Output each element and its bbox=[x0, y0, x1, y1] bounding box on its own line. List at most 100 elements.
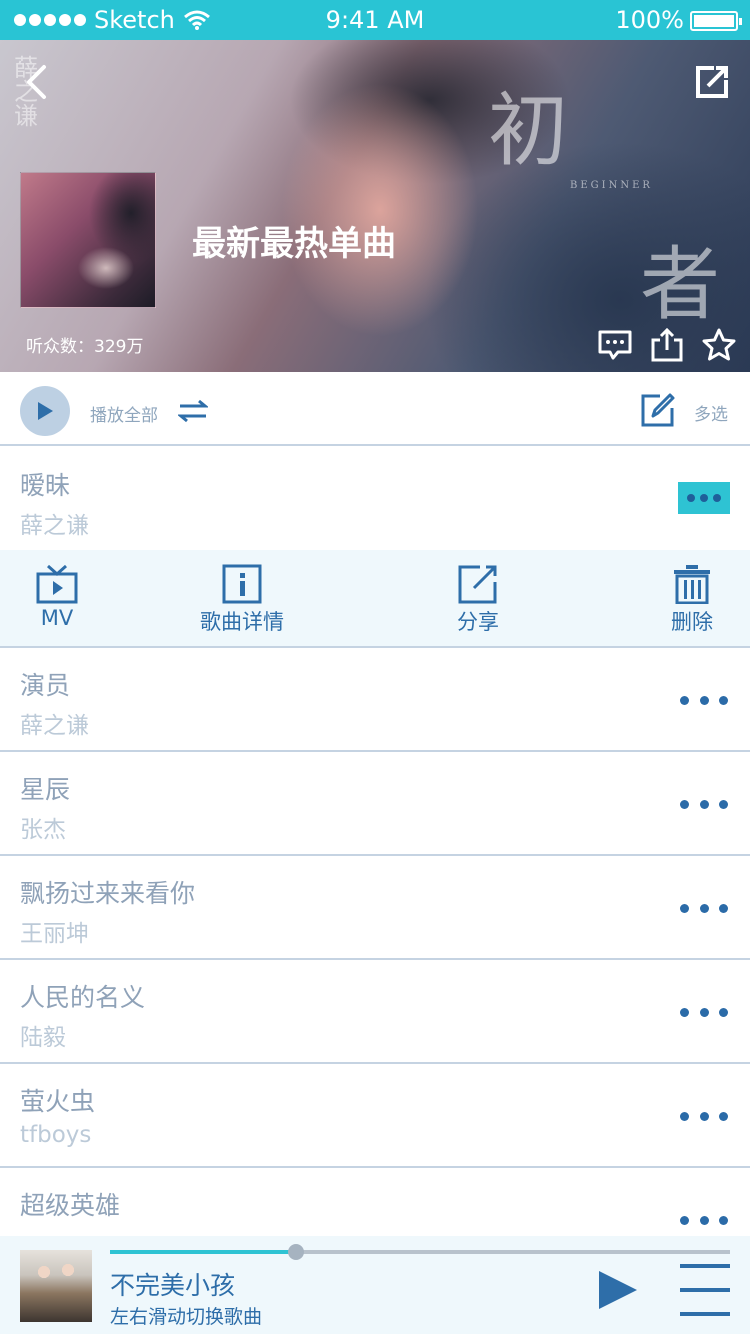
more-icon bbox=[699, 1111, 709, 1121]
more-icon bbox=[680, 1007, 689, 1017]
more-icon bbox=[719, 1111, 728, 1121]
menu-icon bbox=[680, 1288, 730, 1292]
mv-button[interactable]: MV bbox=[34, 564, 80, 630]
more-icon bbox=[680, 695, 689, 705]
song-title: 演员 bbox=[20, 671, 71, 700]
song-artist: 王丽坤 bbox=[20, 921, 89, 947]
progress-bar[interactable] bbox=[110, 1244, 730, 1260]
more-icon bbox=[713, 494, 721, 502]
play-all-bar: 播放全部 多选 bbox=[0, 372, 750, 446]
menu-icon bbox=[680, 1264, 730, 1268]
song-action-panel: MV 歌曲详情 分享 删除 bbox=[0, 550, 750, 648]
song-detail-button[interactable]: 歌曲详情 bbox=[186, 564, 298, 636]
multi-select-button[interactable] bbox=[640, 392, 676, 428]
tv-icon bbox=[36, 564, 78, 604]
more-icon bbox=[719, 695, 728, 705]
star-icon bbox=[702, 328, 736, 361]
play-all-button[interactable] bbox=[20, 386, 70, 436]
external-link-icon bbox=[696, 66, 728, 98]
song-artist: tfboys bbox=[20, 1122, 92, 1148]
play-mode-button[interactable] bbox=[176, 398, 210, 424]
song-row[interactable]: 暧昧 薛之谦 bbox=[0, 448, 750, 550]
now-playing-title: 不完美小孩 bbox=[110, 1271, 236, 1300]
delete-label: 删除 bbox=[671, 610, 713, 634]
multi-select-label[interactable]: 多选 bbox=[694, 400, 728, 425]
more-icon bbox=[719, 1007, 728, 1017]
mv-label: MV bbox=[40, 606, 74, 630]
song-artist: 薛之谦 bbox=[20, 513, 89, 539]
more-icon bbox=[680, 903, 689, 913]
more-icon bbox=[699, 1215, 709, 1225]
listener-count: 听众数：329万 bbox=[26, 337, 144, 357]
mini-player[interactable]: 不完美小孩 左右滑动切换歌曲 bbox=[0, 1236, 750, 1334]
progress-handle[interactable] bbox=[288, 1244, 304, 1260]
menu-icon bbox=[680, 1312, 730, 1316]
more-icon bbox=[700, 494, 708, 502]
more-icon bbox=[687, 494, 695, 502]
playlist-title: 最新最热单曲 bbox=[192, 224, 396, 264]
song-title: 超级英雄 bbox=[20, 1191, 121, 1220]
now-playing-hint: 左右滑动切换歌曲 bbox=[110, 1306, 263, 1328]
more-button[interactable] bbox=[678, 482, 730, 514]
more-icon bbox=[680, 1111, 689, 1121]
more-button[interactable] bbox=[680, 792, 728, 816]
share-icon bbox=[458, 565, 497, 604]
more-button[interactable] bbox=[680, 1104, 728, 1128]
song-title: 暧昧 bbox=[20, 471, 71, 500]
status-bar: Sketch 9:41 AM 100% bbox=[0, 0, 750, 40]
more-icon bbox=[699, 799, 709, 809]
song-row[interactable]: 萤火虫 tfboys bbox=[0, 1064, 750, 1168]
progress-fill bbox=[110, 1250, 296, 1254]
play-icon bbox=[38, 402, 53, 420]
chevron-left-icon bbox=[27, 65, 46, 99]
more-icon bbox=[699, 1007, 709, 1017]
more-button[interactable] bbox=[680, 1000, 728, 1024]
battery-percent: 100% bbox=[615, 6, 684, 34]
repeat-icon bbox=[176, 399, 210, 423]
external-link-button[interactable] bbox=[692, 62, 732, 102]
song-detail-label: 歌曲详情 bbox=[200, 610, 284, 634]
download-button[interactable] bbox=[650, 327, 684, 362]
share-label: 分享 bbox=[457, 610, 499, 634]
song-title: 飘扬过来来看你 bbox=[20, 879, 196, 908]
download-icon bbox=[651, 327, 683, 362]
back-button[interactable] bbox=[16, 60, 56, 104]
info-icon bbox=[222, 564, 262, 604]
song-row[interactable]: 飘扬过来来看你 王丽坤 bbox=[0, 856, 750, 960]
play-all-label[interactable]: 播放全部 bbox=[90, 401, 158, 426]
trash-icon bbox=[674, 565, 710, 604]
cover-lettering: 初 bbox=[488, 84, 568, 177]
more-icon bbox=[699, 695, 709, 705]
more-button[interactable] bbox=[680, 896, 728, 920]
more-icon bbox=[680, 1215, 689, 1225]
playlist-button[interactable] bbox=[680, 1264, 730, 1316]
battery-icon bbox=[690, 11, 742, 31]
more-icon bbox=[719, 903, 728, 913]
more-icon bbox=[699, 903, 709, 913]
more-icon bbox=[680, 799, 689, 809]
song-artist: 薛之谦 bbox=[20, 713, 89, 739]
album-cover-thumbnail bbox=[20, 172, 156, 308]
comment-button[interactable] bbox=[598, 328, 632, 362]
song-title: 星辰 bbox=[20, 775, 71, 804]
now-playing-cover[interactable] bbox=[20, 1250, 92, 1322]
song-title: 人民的名义 bbox=[20, 983, 146, 1012]
mini-play-button[interactable] bbox=[596, 1268, 640, 1312]
share-button[interactable]: 分享 bbox=[442, 564, 514, 636]
more-icon bbox=[719, 1215, 728, 1225]
more-button[interactable] bbox=[680, 688, 728, 712]
more-button[interactable] bbox=[680, 1208, 728, 1232]
delete-button[interactable]: 删除 bbox=[656, 564, 728, 636]
song-row[interactable]: 演员 薛之谦 bbox=[0, 648, 750, 752]
song-artist: 张杰 bbox=[20, 817, 66, 843]
comment-icon bbox=[598, 330, 632, 360]
more-icon bbox=[719, 799, 728, 809]
header-actions bbox=[598, 327, 736, 362]
song-artist: 陆毅 bbox=[20, 1025, 66, 1051]
song-row[interactable]: 人民的名义 陆毅 bbox=[0, 960, 750, 1064]
favorite-button[interactable] bbox=[702, 328, 736, 362]
song-row[interactable]: 星辰 张杰 bbox=[0, 752, 750, 856]
cover-lettering: BEGINNER bbox=[570, 180, 653, 191]
cover-lettering: 者 bbox=[640, 238, 720, 331]
song-title: 萤火虫 bbox=[20, 1087, 96, 1116]
